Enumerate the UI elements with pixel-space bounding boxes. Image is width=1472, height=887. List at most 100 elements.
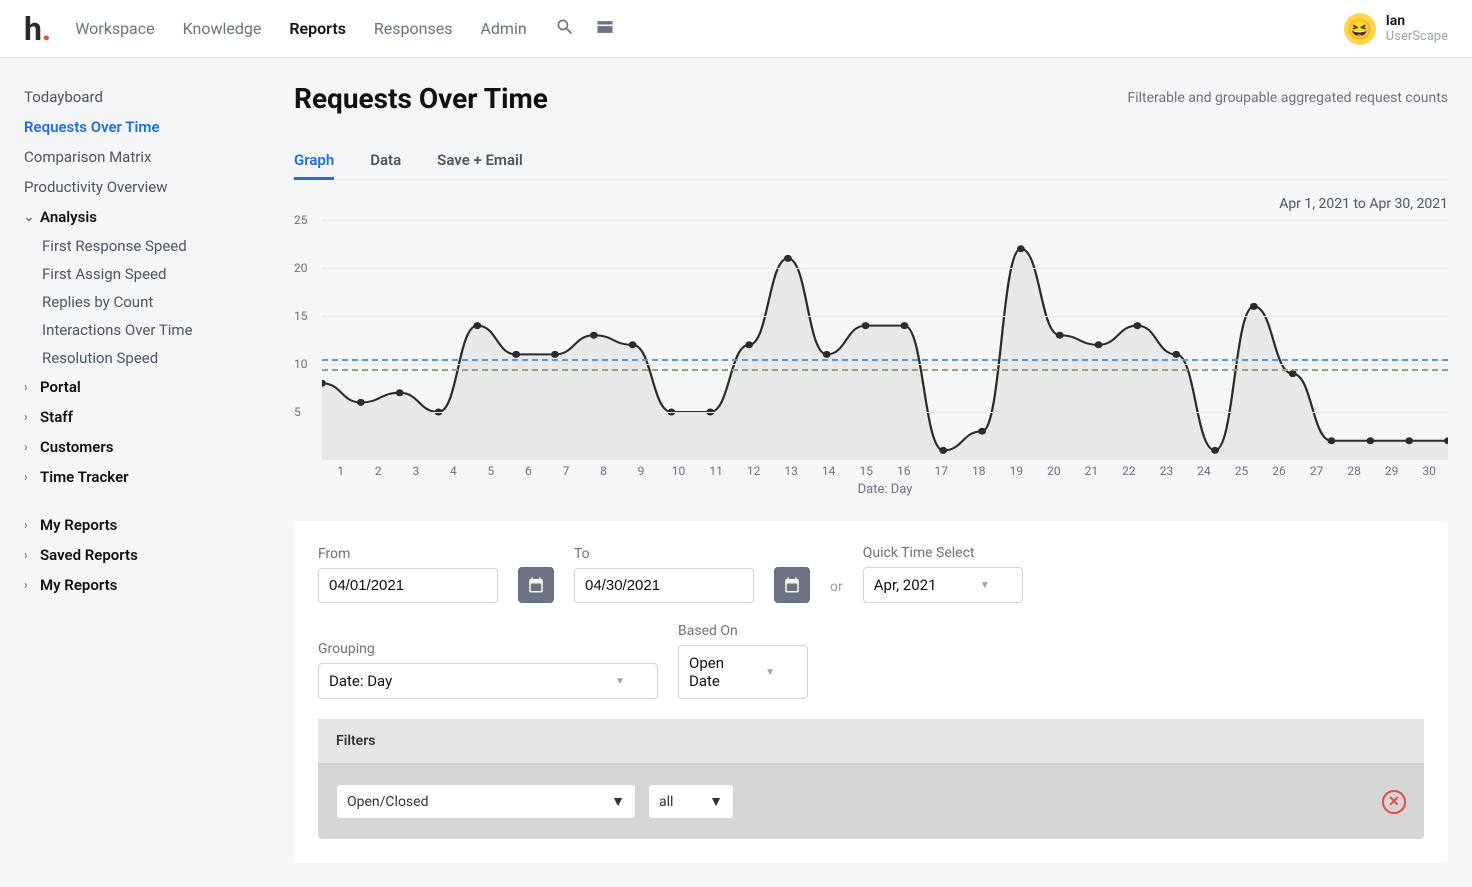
- sidebar-item-productivity-overview[interactable]: Productivity Overview: [24, 172, 254, 202]
- sidebar-group-portal[interactable]: ›Portal: [24, 372, 254, 402]
- y-tick: 20: [294, 261, 308, 275]
- sidebar-item-interactions-over-time[interactable]: Interactions Over Time: [24, 316, 254, 344]
- chevron-down-icon: ⌄: [24, 210, 34, 224]
- sidebar-group-customers[interactable]: ›Customers: [24, 432, 254, 462]
- controls-card: From To or Quick Time Select Apr,: [294, 521, 1448, 863]
- x-tick: 21: [1073, 464, 1111, 478]
- x-tick: 30: [1410, 464, 1448, 478]
- nav-link-responses[interactable]: Responses: [374, 19, 453, 38]
- x-tick: 13: [772, 464, 810, 478]
- content: Requests Over Time Filterable and groupa…: [294, 82, 1448, 863]
- x-tick: 27: [1298, 464, 1336, 478]
- logo[interactable]: h.: [24, 10, 51, 48]
- sidebar-group-analysis[interactable]: ⌄ Analysis: [24, 202, 254, 232]
- date-range-text: Apr 1, 2021 to Apr 30, 2021: [294, 196, 1448, 212]
- delete-filter-button[interactable]: ✕: [1382, 790, 1406, 814]
- chevron-down-icon: ▼: [615, 676, 625, 687]
- x-tick: 12: [735, 464, 773, 478]
- based-on-label: Based On: [678, 623, 808, 639]
- sidebar-item-requests-over-time[interactable]: Requests Over Time: [24, 112, 254, 142]
- nav-icons: [555, 17, 615, 41]
- filter-value-select[interactable]: all▼: [648, 784, 734, 819]
- from-label: From: [318, 546, 498, 562]
- to-input[interactable]: [574, 568, 754, 603]
- x-tick: 22: [1110, 464, 1148, 478]
- filter-field-select[interactable]: Open/Closed▼: [336, 784, 636, 819]
- page-title: Requests Over Time: [294, 82, 548, 115]
- quick-label: Quick Time Select: [863, 545, 1023, 561]
- x-tick: 25: [1223, 464, 1261, 478]
- widget-icon[interactable]: [595, 17, 615, 41]
- sidebar-item-replies-by-count[interactable]: Replies by Count: [24, 288, 254, 316]
- chevron-right-icon: ›: [24, 410, 34, 424]
- chevron-down-icon: ▼: [765, 667, 775, 678]
- quick-time-select[interactable]: Apr, 2021▼: [863, 567, 1023, 603]
- x-tick: 8: [585, 464, 623, 478]
- user-menu[interactable]: 😆 Ian UserScape: [1344, 13, 1448, 45]
- from-input[interactable]: [318, 568, 498, 603]
- nav-link-admin[interactable]: Admin: [480, 19, 526, 38]
- chevron-right-icon: ›: [24, 380, 34, 394]
- based-on-select[interactable]: Open Date▼: [678, 645, 808, 699]
- sidebar-group-staff[interactable]: ›Staff: [24, 402, 254, 432]
- x-tick: 9: [622, 464, 660, 478]
- grouping-label: Grouping: [318, 641, 658, 657]
- x-tick: 14: [810, 464, 848, 478]
- sidebar: TodayboardRequests Over TimeComparison M…: [24, 82, 254, 863]
- chart-x-label: Date: Day: [322, 482, 1448, 497]
- nav-link-workspace[interactable]: Workspace: [75, 19, 154, 38]
- search-icon[interactable]: [555, 17, 575, 41]
- chevron-right-icon: ›: [24, 518, 34, 532]
- x-tick: 18: [960, 464, 998, 478]
- sidebar-item-resolution-speed[interactable]: Resolution Speed: [24, 344, 254, 372]
- tab-graph[interactable]: Graph: [294, 143, 334, 180]
- chevron-right-icon: ›: [24, 440, 34, 454]
- x-tick: 5: [472, 464, 510, 478]
- sidebar-group-time-tracker[interactable]: ›Time Tracker: [24, 462, 254, 492]
- x-tick: 24: [1185, 464, 1223, 478]
- from-calendar-button[interactable]: [518, 567, 554, 603]
- sidebar-item-first-assign-speed[interactable]: First Assign Speed: [24, 260, 254, 288]
- x-tick: 29: [1373, 464, 1411, 478]
- nav-link-knowledge[interactable]: Knowledge: [183, 19, 262, 38]
- y-tick: 15: [294, 309, 308, 323]
- tabs: Graph Data Save + Email: [294, 143, 1448, 180]
- x-tick: 26: [1260, 464, 1298, 478]
- chart-x-axis: 1234567891011121314151617181920212223242…: [322, 464, 1448, 478]
- y-tick: 25: [294, 213, 308, 227]
- filters-panel: Filters Open/Closed▼ all▼ ✕: [318, 719, 1424, 839]
- tab-data[interactable]: Data: [370, 143, 401, 179]
- tab-save-email[interactable]: Save + Email: [437, 143, 523, 179]
- y-tick: 10: [294, 357, 308, 371]
- sidebar-group-my-reports[interactable]: ›My Reports: [24, 510, 254, 540]
- nav-links: Workspace Knowledge Reports Responses Admin: [75, 19, 526, 38]
- nav-link-reports[interactable]: Reports: [289, 19, 346, 38]
- avatar: 😆: [1344, 13, 1376, 45]
- x-tick: 20: [1035, 464, 1073, 478]
- x-tick: 23: [1148, 464, 1186, 478]
- sidebar-group-my-reports[interactable]: ›My Reports: [24, 570, 254, 600]
- page-subtitle: Filterable and groupable aggregated requ…: [1127, 90, 1448, 106]
- chevron-down-icon: ▼: [980, 580, 990, 591]
- grouping-select[interactable]: Date: Day▼: [318, 663, 658, 699]
- y-tick: 5: [294, 405, 301, 419]
- user-name: Ian: [1386, 13, 1448, 29]
- filters-header: Filters: [318, 719, 1424, 764]
- chevron-right-icon: ›: [24, 470, 34, 484]
- x-tick: 3: [397, 464, 435, 478]
- top-nav: h. Workspace Knowledge Reports Responses Adm…: [0, 0, 1472, 58]
- sidebar-item-first-response-speed[interactable]: First Response Speed: [24, 232, 254, 260]
- sidebar-item-comparison-matrix[interactable]: Comparison Matrix: [24, 142, 254, 172]
- x-tick: 2: [360, 464, 398, 478]
- chart: 510152025: [322, 220, 1448, 460]
- x-tick: 6: [510, 464, 548, 478]
- sidebar-group-saved-reports[interactable]: ›Saved Reports: [24, 540, 254, 570]
- chevron-right-icon: ›: [24, 548, 34, 562]
- sidebar-item-todayboard[interactable]: Todayboard: [24, 82, 254, 112]
- x-tick: 4: [435, 464, 473, 478]
- x-tick: 28: [1335, 464, 1373, 478]
- x-tick: 16: [885, 464, 923, 478]
- chevron-down-icon: ▼: [611, 793, 625, 810]
- to-calendar-button[interactable]: [774, 567, 810, 603]
- x-tick: 17: [923, 464, 961, 478]
